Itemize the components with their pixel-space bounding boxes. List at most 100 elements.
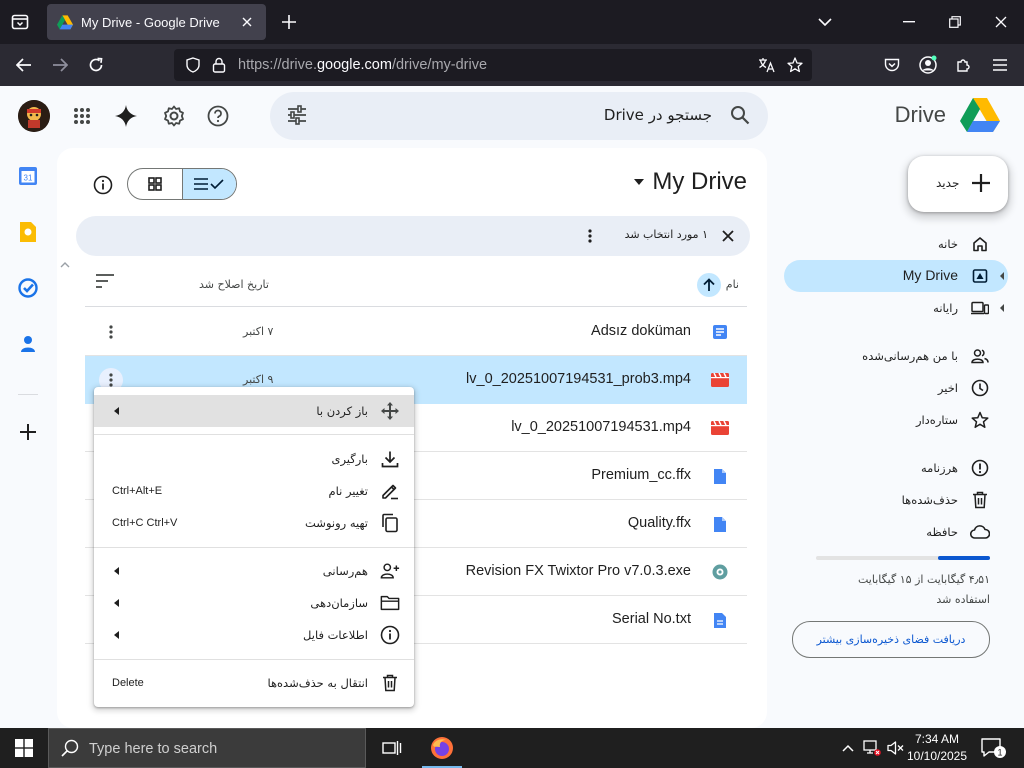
search-icon	[61, 739, 79, 757]
nav-item-storage[interactable]: حافظه	[784, 516, 1008, 548]
drive-brand[interactable]: Drive	[895, 97, 1000, 133]
extensions-icon[interactable]	[950, 51, 978, 79]
minimize-icon[interactable]	[897, 10, 921, 34]
menu-item-download[interactable]: بارگیری	[94, 443, 414, 475]
forward-icon[interactable]	[46, 51, 74, 79]
contacts-icon[interactable]	[16, 332, 40, 356]
lock-icon[interactable]	[210, 56, 228, 74]
keep-icon[interactable]	[16, 220, 40, 244]
grid-layout-button[interactable]	[128, 169, 182, 199]
open-with-move-icon	[380, 401, 400, 421]
nav-item-starred[interactable]: ستاره‌دار	[784, 404, 1008, 436]
search-input[interactable]: جستجو در Drive	[604, 106, 712, 124]
row-more-actions-icon[interactable]	[99, 320, 123, 344]
recent-icon	[970, 378, 990, 398]
browser-tab[interactable]: My Drive - Google Drive	[47, 4, 266, 40]
taskbar-clock[interactable]: 7:34 AM 10/10/2025	[902, 731, 972, 765]
browser-tab-bar: My Drive - Google Drive	[0, 0, 1024, 44]
scroll-up-arrow-icon[interactable]	[60, 262, 70, 268]
pocket-icon[interactable]	[878, 51, 906, 79]
nav-item-shared-with-me[interactable]: با من هم‌رسانی‌شده	[784, 340, 1008, 372]
new-tab-icon[interactable]	[277, 10, 301, 34]
rail-divider	[18, 394, 38, 395]
home-icon	[970, 234, 990, 254]
network-icon[interactable]	[862, 738, 882, 758]
windows-taskbar: Type here to search 7:34 AM 10/10/2025 1	[0, 728, 1024, 768]
bookmark-star-icon[interactable]	[786, 56, 804, 74]
row-file-name: Serial No.txt	[612, 611, 691, 627]
task-view-icon[interactable]	[368, 728, 416, 768]
column-modified[interactable]: تاریخ اصلاح شد	[199, 278, 269, 291]
windows-start-icon[interactable]	[0, 728, 48, 768]
address-bar[interactable]: https://drive.google.com/drive/my-drive	[174, 49, 812, 81]
nav-item-recent[interactable]: اخیر	[784, 372, 1008, 404]
back-icon[interactable]	[10, 51, 38, 79]
firefox-taskbar-icon[interactable]	[418, 728, 466, 768]
nav-item-computers[interactable]: رایانه	[784, 292, 1008, 324]
menu-icon[interactable]	[986, 51, 1014, 79]
nav-item-home[interactable]: خانه	[784, 228, 1008, 260]
video-file-icon	[711, 371, 729, 389]
share-person-add-icon	[380, 561, 400, 581]
view-details-icon[interactable]	[91, 173, 115, 197]
new-button[interactable]: جدید	[908, 156, 1008, 212]
get-more-storage-button[interactable]: دریافت فضای ذخیره‌سازی بیشتر	[792, 621, 990, 658]
avatar[interactable]	[18, 100, 50, 132]
menu-item-label: تهیه رونوشت	[305, 516, 368, 530]
calendar-icon[interactable]: 31	[16, 164, 40, 188]
close-window-icon[interactable]	[989, 10, 1013, 34]
search-icon[interactable]	[730, 105, 750, 125]
menu-item-move-to-trash[interactable]: Delete انتقال به حذف‌شده‌ها	[94, 667, 414, 699]
account-icon[interactable]	[914, 51, 942, 79]
menu-item-file-information[interactable]: اطلاعات فایل	[94, 619, 414, 651]
star-icon	[970, 410, 990, 430]
generic-file-icon	[711, 515, 729, 533]
svg-text:31: 31	[24, 174, 33, 183]
text-file-icon	[711, 611, 729, 629]
page-title[interactable]: My Drive	[634, 168, 747, 196]
nav-item-spam[interactable]: هرزنامه	[784, 452, 1008, 484]
reload-icon[interactable]	[82, 51, 110, 79]
notifications-icon[interactable]: 1	[980, 736, 1006, 760]
apps-grid-icon[interactable]	[68, 102, 96, 130]
menu-item-organize[interactable]: سازمان‌دهی	[94, 587, 414, 619]
sort-ascending-arrow-icon[interactable]	[697, 273, 721, 297]
menu-item-share[interactable]: هم‌رسانی	[94, 555, 414, 587]
clear-selection-icon[interactable]	[716, 224, 740, 248]
expand-caret-icon[interactable]	[1000, 272, 1004, 280]
table-row[interactable]: ۷ اکتبر Adsız doküman	[85, 308, 747, 356]
help-icon[interactable]	[204, 102, 232, 130]
nav-item-label: هرزنامه	[921, 461, 958, 475]
taskbar-search-box[interactable]: Type here to search	[48, 728, 366, 768]
close-tab-icon[interactable]	[238, 13, 256, 31]
restore-icon[interactable]	[943, 10, 967, 34]
menu-item-make-copy[interactable]: Ctrl+C Ctrl+V تهیه رونوشت	[94, 507, 414, 539]
nav-item-my-drive[interactable]: My Drive	[784, 260, 1008, 292]
tasks-icon[interactable]	[16, 276, 40, 300]
search-bar[interactable]: جستجو در Drive	[270, 92, 768, 140]
column-header: تاریخ اصلاح شد نام	[85, 263, 747, 307]
menu-item-open-with[interactable]: باز کردن با	[94, 395, 414, 427]
nav-item-trash[interactable]: حذف‌شده‌ها	[784, 484, 1008, 516]
list-all-tabs-icon[interactable]	[6, 9, 34, 35]
settings-gear-icon[interactable]	[160, 102, 188, 130]
selection-more-actions-icon[interactable]	[578, 224, 602, 248]
menu-item-shortcut: Delete	[112, 677, 144, 689]
search-options-icon[interactable]	[286, 104, 308, 126]
google-drive-favicon-icon	[57, 14, 73, 30]
list-layout-button[interactable]	[181, 169, 236, 199]
tab-overflow-chevron-icon[interactable]	[813, 10, 837, 34]
translate-icon[interactable]	[758, 56, 776, 74]
nav-item-label: اخیر	[937, 381, 958, 395]
shield-icon[interactable]	[184, 56, 202, 74]
sort-direction-icon[interactable]	[95, 274, 115, 288]
add-app-icon[interactable]	[16, 420, 40, 444]
menu-item-rename[interactable]: Ctrl+Alt+E تغییر نام	[94, 475, 414, 507]
column-name[interactable]: نام	[726, 278, 739, 291]
row-date: ۷ اکتبر	[243, 325, 274, 338]
expand-caret-icon[interactable]	[1000, 304, 1004, 312]
menu-item-label: انتقال به حذف‌شده‌ها	[267, 676, 368, 690]
drive-brand-text: Drive	[894, 102, 946, 127]
show-hidden-icons-chevron-icon[interactable]	[838, 738, 858, 758]
gemini-sparkle-icon[interactable]	[112, 102, 140, 130]
